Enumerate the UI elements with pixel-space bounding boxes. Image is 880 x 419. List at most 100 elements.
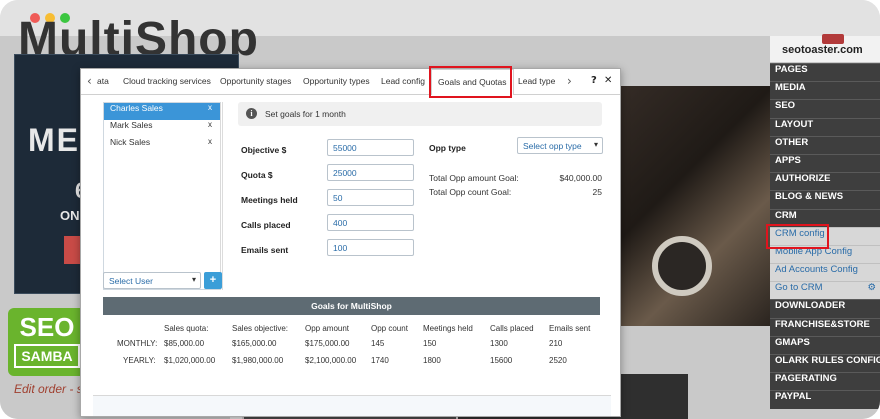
summary-column-header: Sales objective:	[232, 324, 289, 333]
help-icon[interactable]: ?	[591, 75, 597, 86]
admin-menu-authorize[interactable]: AUTHORIZE	[770, 172, 880, 191]
tab-cloud-tracking[interactable]: Cloud tracking services	[123, 76, 211, 86]
admin-menu-label: APPS	[775, 154, 801, 166]
summary-cell: 2520	[549, 356, 567, 365]
tab-lead-config[interactable]: Lead config	[381, 76, 425, 86]
brand-name: seotoaster.com	[782, 44, 863, 56]
tab-opportunity-types[interactable]: Opportunity types	[303, 76, 370, 86]
light-meter-image	[652, 236, 712, 296]
summary-row-label: MONTHLY:	[117, 339, 158, 348]
opp-type-dropdown[interactable]: Select opp type ▾	[517, 137, 603, 154]
seosamba-logo: SEO SAMBA	[8, 308, 86, 376]
admin-menu-gmaps[interactable]: GMAPS	[770, 335, 880, 354]
admin-menu-seo[interactable]: SEO	[770, 99, 880, 118]
user-name: Mark Sales	[110, 120, 153, 130]
admin-menu-media[interactable]: MEDIA	[770, 81, 880, 100]
admin-menu-paypal[interactable]: PAYPAL	[770, 390, 880, 409]
remove-user-icon[interactable]: x	[208, 120, 212, 129]
admin-menu-label: OLARK RULES CONFIG	[775, 355, 880, 366]
summary-title: Goals for MultiShop	[103, 297, 600, 315]
summary-cell: $1,020,000.00	[164, 356, 216, 365]
summary-cell: 15600	[490, 356, 513, 365]
dialog-footer	[93, 396, 611, 416]
summary-column-header: Opp count	[371, 324, 408, 333]
admin-menu-label: OTHER	[775, 136, 809, 148]
brand-logo-icon	[822, 34, 844, 44]
admin-menu-label: PAGERATING	[775, 373, 837, 385]
quota-label: Quota $	[241, 170, 273, 180]
summary-cell: $85,000.00	[164, 339, 205, 348]
calls-placed-label: Calls placed	[241, 220, 291, 230]
admin-menu-apps[interactable]: APPS	[770, 153, 880, 173]
tab-data[interactable]: ata	[97, 76, 109, 86]
tab-opportunity-stages[interactable]: Opportunity stages	[220, 76, 291, 86]
sales-users-list: Charles Sales x Mark Sales x Nick Sales x	[103, 102, 221, 290]
tabs-prev-arrow[interactable]: ‹	[87, 74, 92, 88]
admin-menu-franchise-store[interactable]: FRANCHISE&STORE	[770, 317, 880, 336]
logo-line-seo: SEO	[19, 312, 75, 342]
chevron-down-icon: ▾	[593, 140, 598, 149]
panel-divider	[222, 102, 223, 290]
total-opp-amount-label: Total Opp amount Goal:	[429, 173, 519, 183]
logo-line-samba: SAMBA	[14, 344, 80, 368]
select-user-value: Select User	[109, 276, 153, 286]
admin-menu-label: LAYOUT	[775, 118, 814, 130]
admin-menu-ad-accounts-config[interactable]: Ad Accounts Config	[770, 263, 880, 282]
remove-user-icon[interactable]: x	[208, 137, 212, 146]
summary-cell: $2,100,000.00	[305, 356, 357, 365]
summary-cell: 145	[371, 339, 385, 348]
admin-menu-other[interactable]: OTHER	[770, 135, 880, 154]
admin-menu-pages[interactable]: PAGES	[770, 63, 880, 82]
hero-heading: ME	[28, 122, 80, 158]
user-name: Nick Sales	[110, 137, 151, 147]
summary-cell: 210	[549, 339, 563, 348]
quota-input[interactable]: 25000	[327, 164, 414, 181]
total-opp-amount-value: $40,000.00	[559, 173, 602, 183]
close-icon[interactable]: ✕	[604, 75, 612, 86]
admin-menu-label: Ad Accounts Config	[775, 264, 858, 276]
admin-menu-layout[interactable]: LAYOUT	[770, 117, 880, 136]
tab-bar: ‹ ata Cloud tracking services Opportunit…	[81, 69, 620, 95]
meetings-held-input[interactable]: 50	[327, 189, 414, 206]
admin-menu-blog-news[interactable]: BLOG & NEWS	[770, 190, 880, 209]
gear-icon[interactable]: ⚙	[867, 282, 876, 293]
summary-cell: 150	[423, 339, 437, 348]
user-list-item[interactable]: Charles Sales x	[104, 103, 220, 120]
tab-lead-type[interactable]: Lead type	[518, 76, 555, 86]
summary-column-header: Emails sent	[549, 324, 591, 333]
admin-menu-go-to-crm[interactable]: Go to CRM ⚙	[770, 281, 880, 300]
summary-column-header: Sales quota:	[164, 324, 209, 333]
summary-row-label: YEARLY:	[123, 356, 156, 365]
select-user-dropdown[interactable]: Select User ▾	[103, 272, 201, 289]
goals-period-message: Set goals for 1 month	[265, 109, 346, 119]
admin-menu-label: DOWNLOADER	[775, 300, 846, 312]
meetings-held-label: Meetings held	[241, 195, 298, 205]
user-list-item[interactable]: Nick Sales x	[104, 137, 220, 154]
user-list-item[interactable]: Mark Sales x	[104, 120, 220, 137]
admin-menu-olark-rules-config[interactable]: OLARK RULES CONFIG	[770, 354, 880, 373]
tabs-next-arrow[interactable]: ›	[567, 74, 572, 88]
admin-menu-label: BLOG & NEWS	[775, 191, 844, 203]
admin-menu-label: SEO	[775, 100, 796, 112]
admin-menu-label: PAGES	[775, 64, 808, 75]
admin-menu-downloader[interactable]: DOWNLOADER	[770, 299, 880, 318]
remove-user-icon[interactable]: x	[208, 103, 212, 112]
add-user-button[interactable]: +	[204, 272, 222, 289]
goals-info-bar: i Set goals for 1 month	[238, 102, 602, 126]
admin-menu-label: FRANCHISE&STORE	[775, 318, 870, 330]
summary-column-header: Calls placed	[490, 324, 534, 333]
summary-cell: 1800	[423, 356, 441, 365]
summary-cell: 1300	[490, 339, 508, 348]
calls-placed-input[interactable]: 400	[327, 214, 414, 231]
admin-menu-label: CRM	[775, 209, 797, 221]
objective-label: Objective $	[241, 145, 287, 155]
total-opp-count-label: Total Opp count Goal:	[429, 187, 512, 197]
opp-type-value: Select opp type	[523, 141, 582, 151]
crm-config-highlight	[766, 224, 829, 249]
summary-column-header: Meetings held	[423, 324, 473, 333]
emails-sent-input[interactable]: 100	[327, 239, 414, 256]
admin-menu-pagerating[interactable]: PAGERATING	[770, 372, 880, 391]
objective-input[interactable]: 55000	[327, 139, 414, 156]
emails-sent-label: Emails sent	[241, 245, 289, 255]
summary-cell: 1740	[371, 356, 389, 365]
